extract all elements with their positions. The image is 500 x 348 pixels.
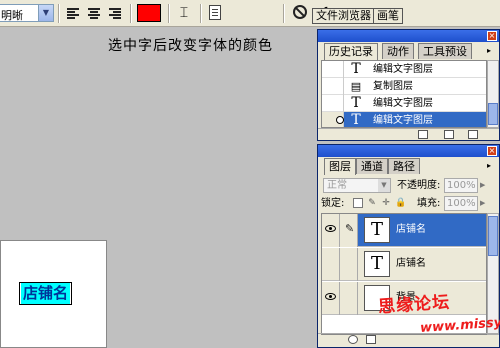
palette-menu-icon[interactable]: ▸ xyxy=(483,45,495,56)
cancel-icon[interactable] xyxy=(293,5,307,19)
link-toggle[interactable] xyxy=(340,248,358,281)
chevron-right-icon[interactable]: ▶ xyxy=(480,178,490,193)
layer-name[interactable]: 店铺名 xyxy=(396,223,426,236)
opacity-input[interactable]: 100% xyxy=(444,178,478,193)
align-right-button[interactable] xyxy=(105,4,125,22)
history-item-label: 编辑文字图层 xyxy=(373,98,433,109)
palette-menu-icon[interactable]: ▸ xyxy=(483,160,495,171)
close-icon[interactable]: × xyxy=(487,146,497,156)
add-mask-icon[interactable] xyxy=(366,335,376,344)
tab-history[interactable]: 历史记录 xyxy=(324,43,378,60)
history-item[interactable]: T 编辑文字图层 xyxy=(322,95,486,112)
tab-file-browser[interactable]: 文件浏览器 xyxy=(312,8,375,24)
chevron-down-icon: ▼ xyxy=(38,5,53,21)
lock-all-icon[interactable]: 🔒 xyxy=(395,198,406,208)
text-color-swatch[interactable] xyxy=(137,4,161,22)
font-style-select[interactable]: 明晰 ▼ xyxy=(0,4,54,22)
layer-thumbnail: T xyxy=(364,251,390,277)
tab-layers[interactable]: 图层 xyxy=(324,158,356,175)
history-item[interactable]: ▤ 复制图层 xyxy=(322,78,486,95)
separator xyxy=(168,4,170,23)
type-layer-icon: T xyxy=(351,112,361,128)
tab-channels[interactable]: 通道 xyxy=(356,158,388,174)
lock-label: 锁定: xyxy=(321,198,345,209)
history-scrollbar[interactable] xyxy=(487,60,499,128)
chevron-right-icon[interactable]: ▶ xyxy=(480,196,490,211)
blend-mode-select[interactable]: 正常 ▼ xyxy=(323,178,391,193)
palette-titlebar[interactable]: × xyxy=(318,30,499,42)
align-center-icon xyxy=(88,7,100,19)
layer-row-selected[interactable]: ✎ T 店铺名 xyxy=(322,214,486,247)
layer-thumbnail: T xyxy=(364,217,390,243)
lock-position-icon[interactable]: ✛ xyxy=(381,198,391,208)
align-left-icon xyxy=(67,7,79,19)
lock-image-icon[interactable]: ✎ xyxy=(367,198,377,208)
separator xyxy=(58,4,60,23)
type-layer-icon: T xyxy=(351,61,361,77)
link-toggle[interactable] xyxy=(340,282,358,315)
font-style-value: 明晰 xyxy=(1,9,23,22)
duplicate-layer-icon: ▤ xyxy=(350,80,362,93)
fill-label: 填充: xyxy=(417,198,441,209)
history-footer xyxy=(318,128,499,140)
blend-mode-value: 正常 xyxy=(327,180,347,191)
watermark-text: 思缘论坛 xyxy=(377,292,451,318)
layer-row[interactable]: T 店铺名 xyxy=(322,248,486,281)
opacity-label: 不透明度: xyxy=(397,180,441,191)
palettes-icon[interactable] xyxy=(209,5,221,20)
fill-input[interactable]: 100% xyxy=(444,196,478,211)
tab-paths[interactable]: 路径 xyxy=(388,158,420,174)
tab-actions[interactable]: 动作 xyxy=(382,43,414,59)
palette-titlebar[interactable]: × xyxy=(318,145,499,157)
type-layer-icon: T xyxy=(351,95,361,111)
layer-name[interactable]: 店铺名 xyxy=(396,257,426,270)
history-list: T 编辑文字图层 ▤ 复制图层 T 编辑文字图层 T 编辑文字图层 xyxy=(321,60,487,128)
separator xyxy=(200,4,202,23)
new-document-icon[interactable] xyxy=(418,130,428,139)
history-item-label: 复制图层 xyxy=(373,81,413,92)
layer-list: ✎ T 店铺名 T 店铺名 背景 xyxy=(321,213,487,335)
eye-icon[interactable] xyxy=(325,225,336,232)
history-item-selected[interactable]: T 编辑文字图层 xyxy=(322,112,486,128)
history-palette: × 历史记录 动作 工具预设 ▸ T 编辑文字图层 ▤ 复制图层 T 编辑文字图… xyxy=(317,29,500,141)
eye-icon[interactable] xyxy=(325,293,336,300)
tab-brushes[interactable]: 画笔 xyxy=(373,8,403,24)
history-item-label: 编辑文字图层 xyxy=(373,115,433,126)
history-item-label: 编辑文字图层 xyxy=(373,64,433,75)
chevron-down-icon: ▼ xyxy=(378,179,390,192)
align-center-button[interactable] xyxy=(84,4,104,22)
history-item[interactable]: T 编辑文字图层 xyxy=(322,61,486,78)
lock-transparency-icon[interactable] xyxy=(353,198,363,208)
history-state-marker-icon xyxy=(336,116,344,124)
close-icon[interactable]: × xyxy=(487,31,497,41)
delete-icon[interactable] xyxy=(468,130,478,139)
tab-tool-presets[interactable]: 工具预设 xyxy=(418,43,472,59)
document-canvas[interactable]: 店铺名 xyxy=(0,240,107,348)
visibility-toggle[interactable] xyxy=(322,248,340,281)
align-right-icon xyxy=(109,7,121,19)
options-bar: 明晰 ▼ ⌶ ✔ 文件浏览器 画笔 xyxy=(0,0,500,27)
separator xyxy=(283,4,285,23)
brush-icon: ✎ xyxy=(345,222,355,235)
add-layer-style-icon[interactable] xyxy=(348,335,358,344)
align-left-button[interactable] xyxy=(63,4,83,22)
instruction-text: 选中字后改变字体的颜色 xyxy=(108,38,273,54)
selected-text[interactable]: 店铺名 xyxy=(18,282,73,305)
separator xyxy=(130,4,132,23)
layers-footer xyxy=(318,333,499,347)
new-snapshot-icon[interactable] xyxy=(444,130,454,139)
warp-text-icon[interactable]: ⌶ xyxy=(176,3,192,23)
